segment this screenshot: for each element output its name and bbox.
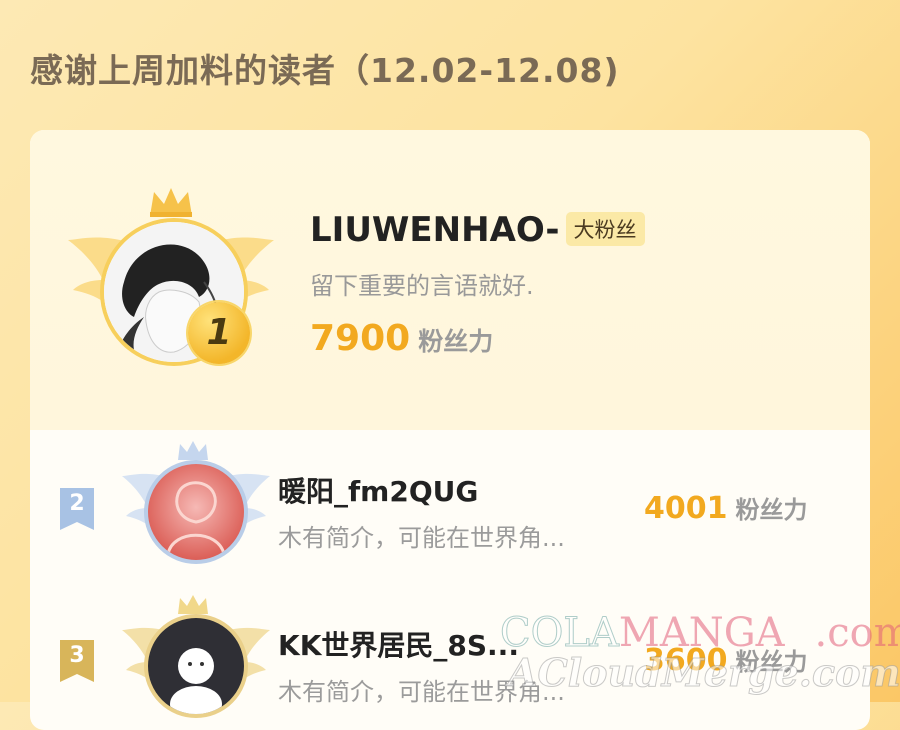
rank-medal: 1	[188, 302, 250, 364]
avatar[interactable]	[144, 460, 248, 564]
score-unit: 粉丝力	[418, 327, 494, 356]
rank-number: 3	[69, 643, 85, 668]
top-reader-name[interactable]: LIUWENHAO- 大粉丝	[310, 210, 645, 250]
page-title: 感谢上周加料的读者（12.02-12.08)	[30, 51, 620, 90]
rank-number: 2	[69, 491, 85, 516]
score-unit: 粉丝力	[735, 496, 808, 524]
top-reader-bio: 留下重要的言语就好.	[310, 272, 534, 300]
score-value: 4001	[644, 491, 728, 526]
reader-bio: 木有简介，可能在世界角...	[278, 524, 565, 552]
fan-badge: 大粉丝	[565, 211, 645, 246]
crown-icon	[178, 595, 208, 614]
reader-name[interactable]: 暖阳_fm2QUG	[278, 470, 478, 510]
watermark-line2: ACloudMerge.com	[508, 650, 900, 696]
reader-score: 4001 粉丝力	[644, 490, 808, 526]
reader-name[interactable]: KK世界居民_8S...	[278, 624, 519, 664]
crown-icon	[178, 441, 208, 460]
rank-number: 1	[206, 312, 232, 353]
crown-icon	[150, 188, 192, 217]
avatar[interactable]	[144, 614, 248, 718]
list-item[interactable]: 2 暖阳_fm2QUG 木有简介，可能在世界角... 4001 粉丝力	[30, 430, 870, 590]
top-reader-score: 7900 粉丝力	[310, 318, 493, 359]
score-value: 7900	[310, 318, 411, 359]
top-reader-section[interactable]: 1 LIUWENHAO- 大粉丝 留下重要的言语就好. 7900 粉丝力	[30, 130, 870, 430]
